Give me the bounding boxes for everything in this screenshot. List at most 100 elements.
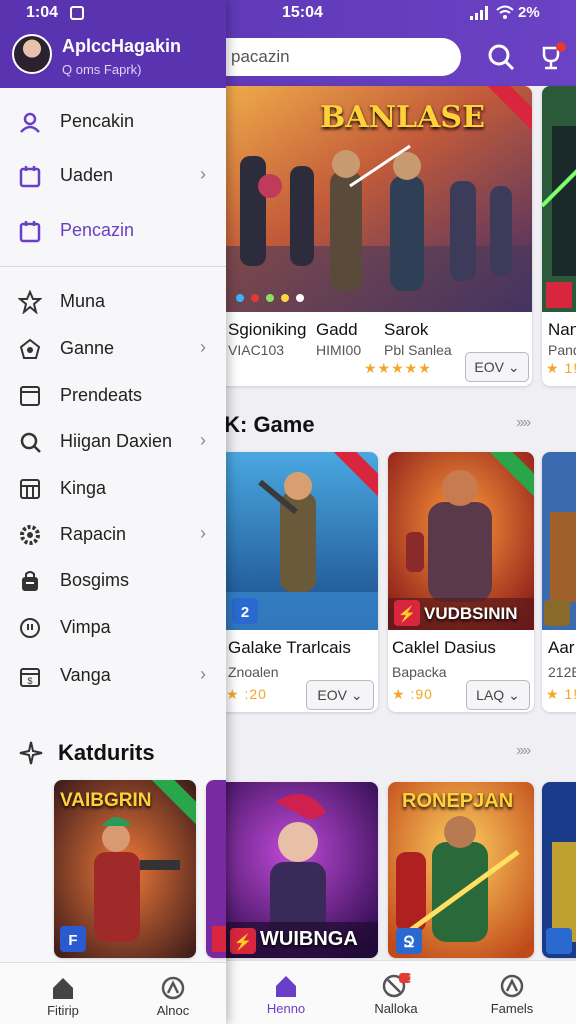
game-card-3-peek[interactable]: Aar 212E ★ 1! <box>542 452 576 712</box>
art-card-2-title: RONEPJAN <box>402 790 514 812</box>
drawer-item-bosgims-label: Bosgims <box>60 570 130 590</box>
game-card-1[interactable]: 2 Galake Trarlcais Znoalen ★ :20 EOV ⌄ <box>200 452 378 712</box>
chevron-right-icon: › <box>200 164 206 184</box>
search-icon <box>20 432 41 453</box>
nav-notifications-label: Nalloka <box>374 1001 418 1016</box>
game-card-3-artwork <box>542 452 576 630</box>
drawer-section-title: Katdurits <box>58 740 155 765</box>
search-icon[interactable] <box>484 40 518 74</box>
nav-favorites[interactable]: Famels <box>474 961 550 1024</box>
drawer-item-prendeats-label: Prendeats <box>60 385 143 405</box>
game-card-2[interactable]: ⚡ VUDBSININ Caklel Dasius Bapacka ★ :90 … <box>388 452 534 712</box>
game-card-2-sub: Bapacka <box>392 664 447 680</box>
gamepad-icon <box>19 338 41 359</box>
drawer-item-1-label: Uaden <box>60 165 114 185</box>
chevron-right-icon: › <box>200 664 206 684</box>
search-input[interactable]: pacazin <box>205 38 461 76</box>
nav-home[interactable]: Henno <box>248 961 324 1024</box>
nav-home-label: Henno <box>266 1001 306 1016</box>
drawer-item-vimpa-label: Vimpa <box>60 617 111 637</box>
art-card-3-peek[interactable] <box>542 782 576 958</box>
drawer-item-hiigan-label: Hiigan Daxien <box>60 431 173 451</box>
home-icon <box>53 978 73 999</box>
featured-card[interactable]: BANLASE Sgioniking VIAC103 Gadd HIMI00 S… <box>200 86 532 386</box>
drawer-item-ganne-label: Ganne <box>60 338 115 358</box>
drawer-item-vimpa[interactable]: Vimpa <box>0 606 226 650</box>
nav-favorites-label: Famels <box>490 1001 534 1016</box>
drawer-divider <box>0 266 226 267</box>
user-subtitle: Q oms Faprk) <box>62 62 142 77</box>
chevron-right-icon: › <box>200 337 206 357</box>
drawer-header: 1:04 AplccHagakin Q oms Faprk) <box>0 0 226 88</box>
status-time: 15:04 <box>282 4 323 21</box>
drawer-item-2-label: Pencazin <box>60 220 135 240</box>
peek-rating: ★ 1! <box>546 360 576 376</box>
drawer-item-muna-label: Muna <box>60 291 106 311</box>
drawer-item-ganne[interactable]: Ganne › <box>0 327 226 371</box>
avatar[interactable] <box>12 34 52 74</box>
drawer-nav-0-label: Fitirip <box>47 1003 79 1018</box>
battery-percent: 2% <box>518 4 540 21</box>
chevron-down-icon: ⌄ <box>508 687 520 703</box>
drawer-nav-1[interactable]: Alnoc <box>138 963 208 1024</box>
chevron-down-icon: ⌄ <box>507 359 520 375</box>
drawer-item-hiigan[interactable]: Hiigan Daxien › <box>0 420 226 464</box>
section-more-arrows[interactable]: ›››› <box>516 414 531 432</box>
drawer-item-muna[interactable]: Muna <box>0 280 226 324</box>
game-card-2-dropdown-label: LAQ <box>476 687 505 703</box>
spark-icon <box>19 741 43 765</box>
chevron-right-icon: › <box>200 430 206 450</box>
art-card-1[interactable]: ⚡ WUIBNGA <box>206 782 378 958</box>
drawer-item-rapacin[interactable]: Rapacin › <box>0 513 226 557</box>
drawer-peek-artwork <box>206 780 226 958</box>
featured-dropdown[interactable]: EOV ⌄ <box>465 352 529 382</box>
featured-item-3-sub: Pbl Sanlea <box>384 342 452 358</box>
drawer-item-bosgims[interactable]: Bosgims <box>0 559 226 603</box>
drawer-item-2-active[interactable]: Pencazin <box>0 209 226 253</box>
art-card-1-title: WUIBNGA <box>260 928 358 950</box>
game-card-2-art-title: VUDBSININ <box>424 604 518 623</box>
notification-icon <box>70 6 84 20</box>
svg-text:⚡: ⚡ <box>234 933 253 951</box>
drawer-bottom-nav: Fitirip Alnoc <box>0 962 226 1024</box>
nav-drawer: 1:04 AplccHagakin Q oms Faprk) Pencakin … <box>0 0 226 1024</box>
game-card-1-dropdown[interactable]: EOV ⌄ <box>306 680 374 710</box>
drawer-promo-title: VAIBGRIN <box>60 790 152 811</box>
svg-text:Ջ: Ջ <box>403 934 415 951</box>
peek-sub: Pand <box>548 342 576 358</box>
drawer-nav-1-label: Alnoc <box>156 1003 190 1018</box>
featured-dropdown-label: EOV <box>474 359 504 375</box>
drawer-item-rapacin-label: Rapacin <box>60 524 127 544</box>
user-name: AplccHagakin <box>62 36 182 56</box>
game-card-2-rating: ★ :90 <box>392 686 433 702</box>
svg-text:2: 2 <box>241 604 249 621</box>
drawer-item-0[interactable]: Pencakin <box>0 100 226 144</box>
drawer-item-1[interactable]: Uaden › <box>0 154 226 198</box>
signal-icon <box>470 6 492 25</box>
game-card-1-rating: ★ :20 <box>226 686 267 702</box>
svg-text:$: $ <box>27 676 32 686</box>
drawer-nav-0[interactable]: Fitirip <box>28 963 98 1024</box>
game-card-2-dropdown[interactable]: LAQ ⌄ <box>466 680 530 710</box>
row-more-arrows[interactable]: ›››› <box>516 742 531 760</box>
featured-peek-card[interactable]: Nan Pand ★ 1! <box>542 86 576 386</box>
featured-item-2-title: Gadd <box>316 320 358 339</box>
art-card-2[interactable]: Ջ RONEPJAN <box>388 782 534 958</box>
drawer-item-vanga-label: Vanga <box>60 665 111 685</box>
trophy-icon[interactable] <box>534 40 568 74</box>
nav-notifications[interactable]: 12 Nalloka <box>358 961 434 1024</box>
app-root: 15:04 2% pacazin BANLASE Sgioniking VIAC… <box>0 0 576 1024</box>
circle-user-icon <box>500 974 524 998</box>
drawer-item-vanga[interactable]: $ Vanga › <box>0 654 226 698</box>
drawer-item-prendeats[interactable]: Prendeats <box>0 374 226 418</box>
grid-icon <box>20 479 40 499</box>
game-card-1-dropdown-label: EOV <box>317 687 347 703</box>
home-icon <box>276 976 296 997</box>
peek-title: Nan <box>548 320 576 339</box>
featured-item-2-sub: HIMI00 <box>316 342 362 358</box>
drawer-promo-card[interactable]: F VAIBGRIN <box>54 780 196 958</box>
drawer-item-kinga[interactable]: Kinga <box>0 467 226 511</box>
person-icon <box>20 112 40 133</box>
drawer-item-kinga-label: Kinga <box>60 478 107 498</box>
bag-icon <box>22 571 38 591</box>
